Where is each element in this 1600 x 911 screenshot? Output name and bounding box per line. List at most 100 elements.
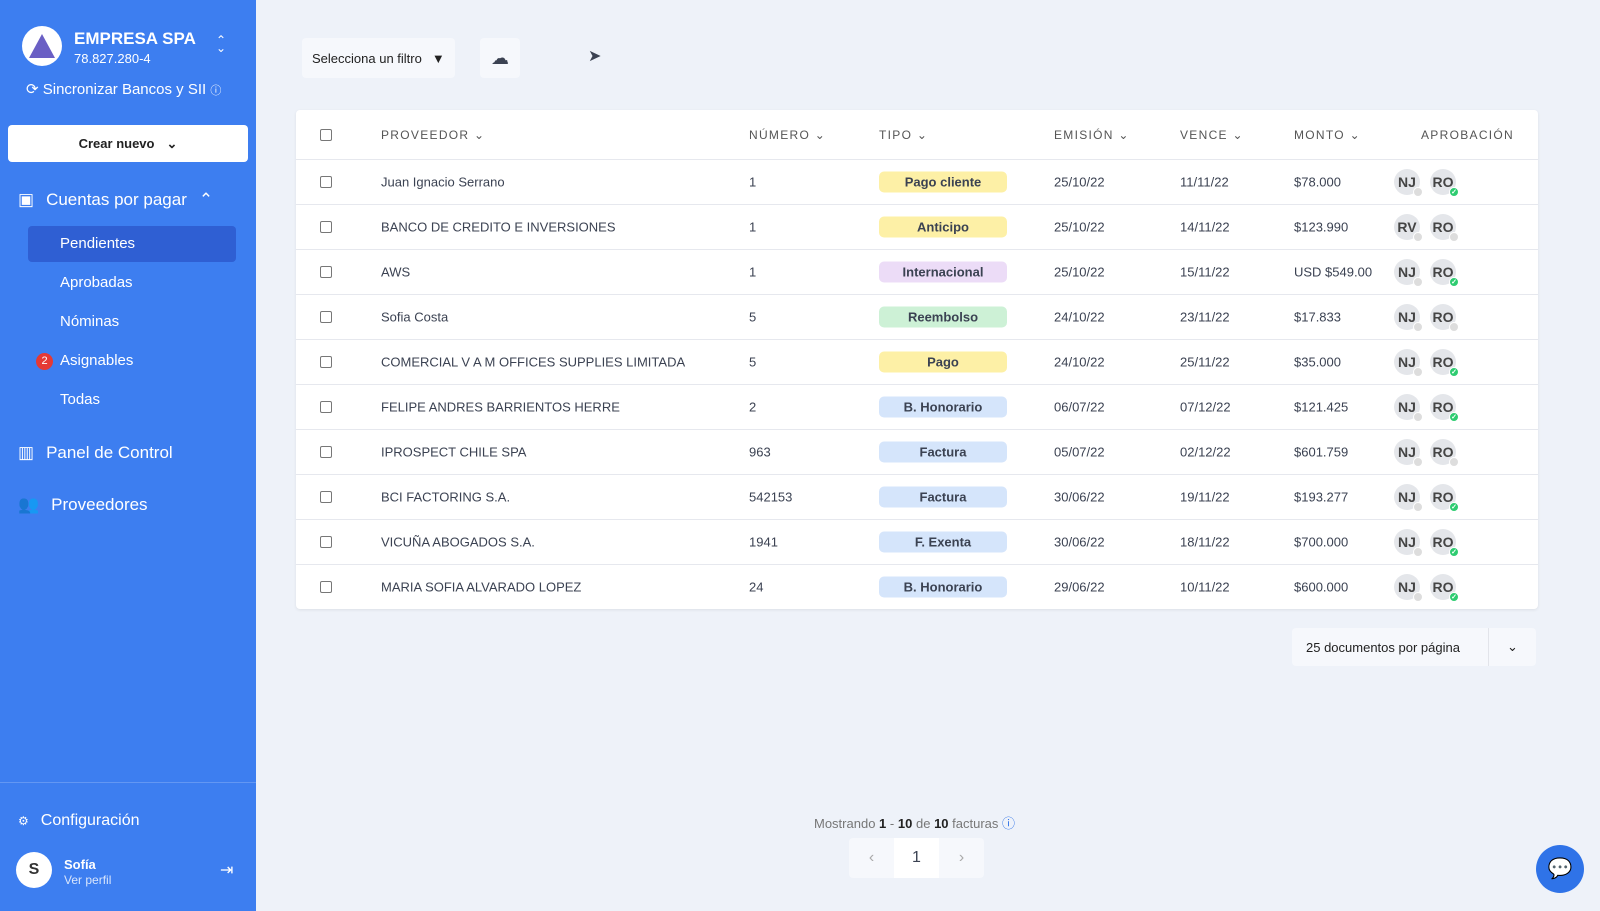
approver-avatar[interactable]: NJ (1394, 349, 1423, 377)
row-checkbox[interactable] (320, 176, 332, 188)
due-date: 07/12/22 (1180, 399, 1231, 415)
table-row[interactable]: FELIPE ANDRES BARRIENTOS HERRE 2 B. Hono… (296, 384, 1538, 429)
type-badge: Pago (879, 351, 1007, 373)
nav-all[interactable]: Todas (28, 382, 236, 418)
prev-page-button[interactable]: ‹ (849, 838, 894, 878)
amount: $78.000 (1294, 174, 1341, 190)
approver-avatar[interactable]: NJ (1394, 574, 1423, 602)
col-type[interactable]: TIPO ⌄ (879, 128, 928, 142)
row-checkbox[interactable] (320, 266, 332, 278)
nav-payables[interactable]: ▣ Cuentas por pagar ⌃ (18, 190, 213, 210)
per-page-select[interactable]: 25 documentos por página ⌄ (1292, 628, 1536, 666)
row-checkbox[interactable] (320, 311, 332, 323)
table-row[interactable]: MARIA SOFIA ALVARADO LOPEZ 24 B. Honorar… (296, 564, 1538, 609)
table-row[interactable]: IPROSPECT CHILE SPA 963 Factura 05/07/22… (296, 429, 1538, 474)
approver-avatar[interactable]: RO ✓ (1430, 349, 1459, 377)
invoice-number: 2 (749, 399, 757, 415)
sync-button[interactable]: ⟳ Sincronizar Bancos y SII ⓘ (26, 80, 221, 98)
approver-avatar[interactable]: NJ (1394, 169, 1423, 197)
col-issued[interactable]: EMISIÓN ⌄ (1054, 128, 1130, 142)
chevron-down-icon: ⌄ (166, 135, 178, 151)
nav-assignable[interactable]: 2 Asignables (28, 343, 236, 379)
nav-pending[interactable]: Pendientes (28, 226, 236, 262)
type-badge: Anticipo (879, 216, 1007, 238)
filter-select[interactable]: Selecciona un filtro ▼ (302, 38, 455, 78)
approver-avatar[interactable]: RO ✓ (1430, 574, 1459, 602)
approver-avatar[interactable]: RO (1430, 304, 1459, 332)
approver-avatar[interactable]: NJ (1394, 304, 1423, 332)
approver-avatar[interactable]: NJ (1394, 439, 1423, 467)
company-switch-icon[interactable]: ⌃ ⌄ (216, 34, 226, 54)
nav-payrolls[interactable]: Nóminas (28, 304, 236, 340)
download-cloud-button[interactable]: ☁ (480, 38, 520, 78)
sync-icon: ⟳ (26, 81, 39, 98)
nav-providers[interactable]: 👥 Proveedores (18, 495, 148, 515)
approver-avatar[interactable]: RO (1430, 439, 1459, 467)
logout-icon[interactable]: ⇥ (220, 860, 233, 880)
table-row[interactable]: BANCO DE CREDITO E INVERSIONES 1 Anticip… (296, 204, 1538, 249)
approvers: NJ RO ✓ (1394, 259, 1464, 287)
row-checkbox[interactable] (320, 536, 332, 548)
issue-date: 25/10/22 (1054, 174, 1105, 190)
row-checkbox[interactable] (320, 581, 332, 593)
row-checkbox[interactable] (320, 356, 332, 368)
invoice-number: 5 (749, 354, 757, 370)
issue-date: 29/06/22 (1054, 579, 1105, 595)
assignable-count-badge: 2 (36, 353, 53, 370)
next-page-button[interactable]: › (939, 838, 984, 878)
issue-date: 24/10/22 (1054, 309, 1105, 325)
approver-avatar[interactable]: RO (1430, 214, 1459, 242)
select-all-checkbox[interactable] (320, 128, 332, 141)
table-row[interactable]: Juan Ignacio Serrano 1 Pago cliente 25/1… (296, 159, 1538, 204)
row-checkbox[interactable] (320, 446, 332, 458)
approver-avatar[interactable]: RO ✓ (1430, 484, 1459, 512)
users-icon: 👥 (18, 495, 40, 514)
approver-avatar[interactable]: RO ✓ (1430, 394, 1459, 422)
table-row[interactable]: AWS 1 Internacional 25/10/22 15/11/22 US… (296, 249, 1538, 294)
approver-avatar[interactable]: NJ (1394, 484, 1423, 512)
provider-name: BANCO DE CREDITO E INVERSIONES (381, 219, 616, 235)
nav-dashboard[interactable]: ▥ Panel de Control (18, 443, 173, 463)
due-date: 11/11/22 (1180, 174, 1229, 190)
col-due[interactable]: VENCE ⌄ (1180, 128, 1244, 142)
nav-approved[interactable]: Aprobadas (28, 265, 236, 301)
due-date: 02/12/22 (1180, 444, 1231, 460)
table-row[interactable]: COMERCIAL V A M OFFICES SUPPLIES LIMITAD… (296, 339, 1538, 384)
type-badge: Factura (879, 486, 1007, 508)
row-checkbox[interactable] (320, 491, 332, 503)
user-name: Sofía (64, 857, 96, 872)
row-checkbox[interactable] (320, 401, 332, 413)
approver-avatar[interactable]: NJ (1394, 529, 1423, 557)
approver-avatar[interactable]: RO ✓ (1430, 259, 1459, 287)
table-row[interactable]: Sofia Costa 5 Reembolso 24/10/22 23/11/2… (296, 294, 1538, 339)
due-date: 14/11/22 (1180, 219, 1230, 235)
provider-name: FELIPE ANDRES BARRIENTOS HERRE (381, 399, 620, 415)
approved-check-icon: ✓ (1449, 187, 1459, 197)
approver-avatar[interactable]: RV (1394, 214, 1423, 242)
provider-name: IPROSPECT CHILE SPA (381, 444, 527, 460)
approvers: NJ RO (1394, 439, 1464, 467)
page-1-button[interactable]: 1 (894, 838, 939, 878)
user-avatar[interactable]: S (16, 852, 52, 888)
approver-avatar[interactable]: NJ (1394, 394, 1423, 422)
row-checkbox[interactable] (320, 221, 332, 233)
amount: $17.833 (1294, 309, 1341, 325)
approver-avatar[interactable]: RO ✓ (1430, 169, 1459, 197)
col-amount[interactable]: MONTO ⌄ (1294, 128, 1361, 142)
col-number[interactable]: NÚMERO ⌄ (749, 128, 826, 142)
view-profile-link[interactable]: Ver perfil (64, 873, 111, 887)
due-date: 10/11/22 (1180, 579, 1230, 595)
pending-dot-icon (1413, 592, 1423, 602)
create-new-button[interactable]: Crear nuevo ⌄ (8, 125, 248, 162)
chat-button[interactable]: 💬 (1536, 845, 1584, 893)
approved-check-icon: ✓ (1449, 592, 1459, 602)
type-badge: Reembolso (879, 306, 1007, 328)
table-row[interactable]: BCI FACTORING S.A. 542153 Factura 30/06/… (296, 474, 1538, 519)
approver-avatar[interactable]: NJ (1394, 259, 1423, 287)
pending-dot-icon (1413, 187, 1423, 197)
col-provider[interactable]: PROVEEDOR ⌄ (381, 128, 485, 142)
table-row[interactable]: VICUÑA ABOGADOS S.A. 1941 F. Exenta 30/0… (296, 519, 1538, 564)
nav-settings[interactable]: ⚙ Configuración (18, 812, 140, 830)
approver-avatar[interactable]: RO ✓ (1430, 529, 1459, 557)
amount: $601.759 (1294, 444, 1349, 460)
